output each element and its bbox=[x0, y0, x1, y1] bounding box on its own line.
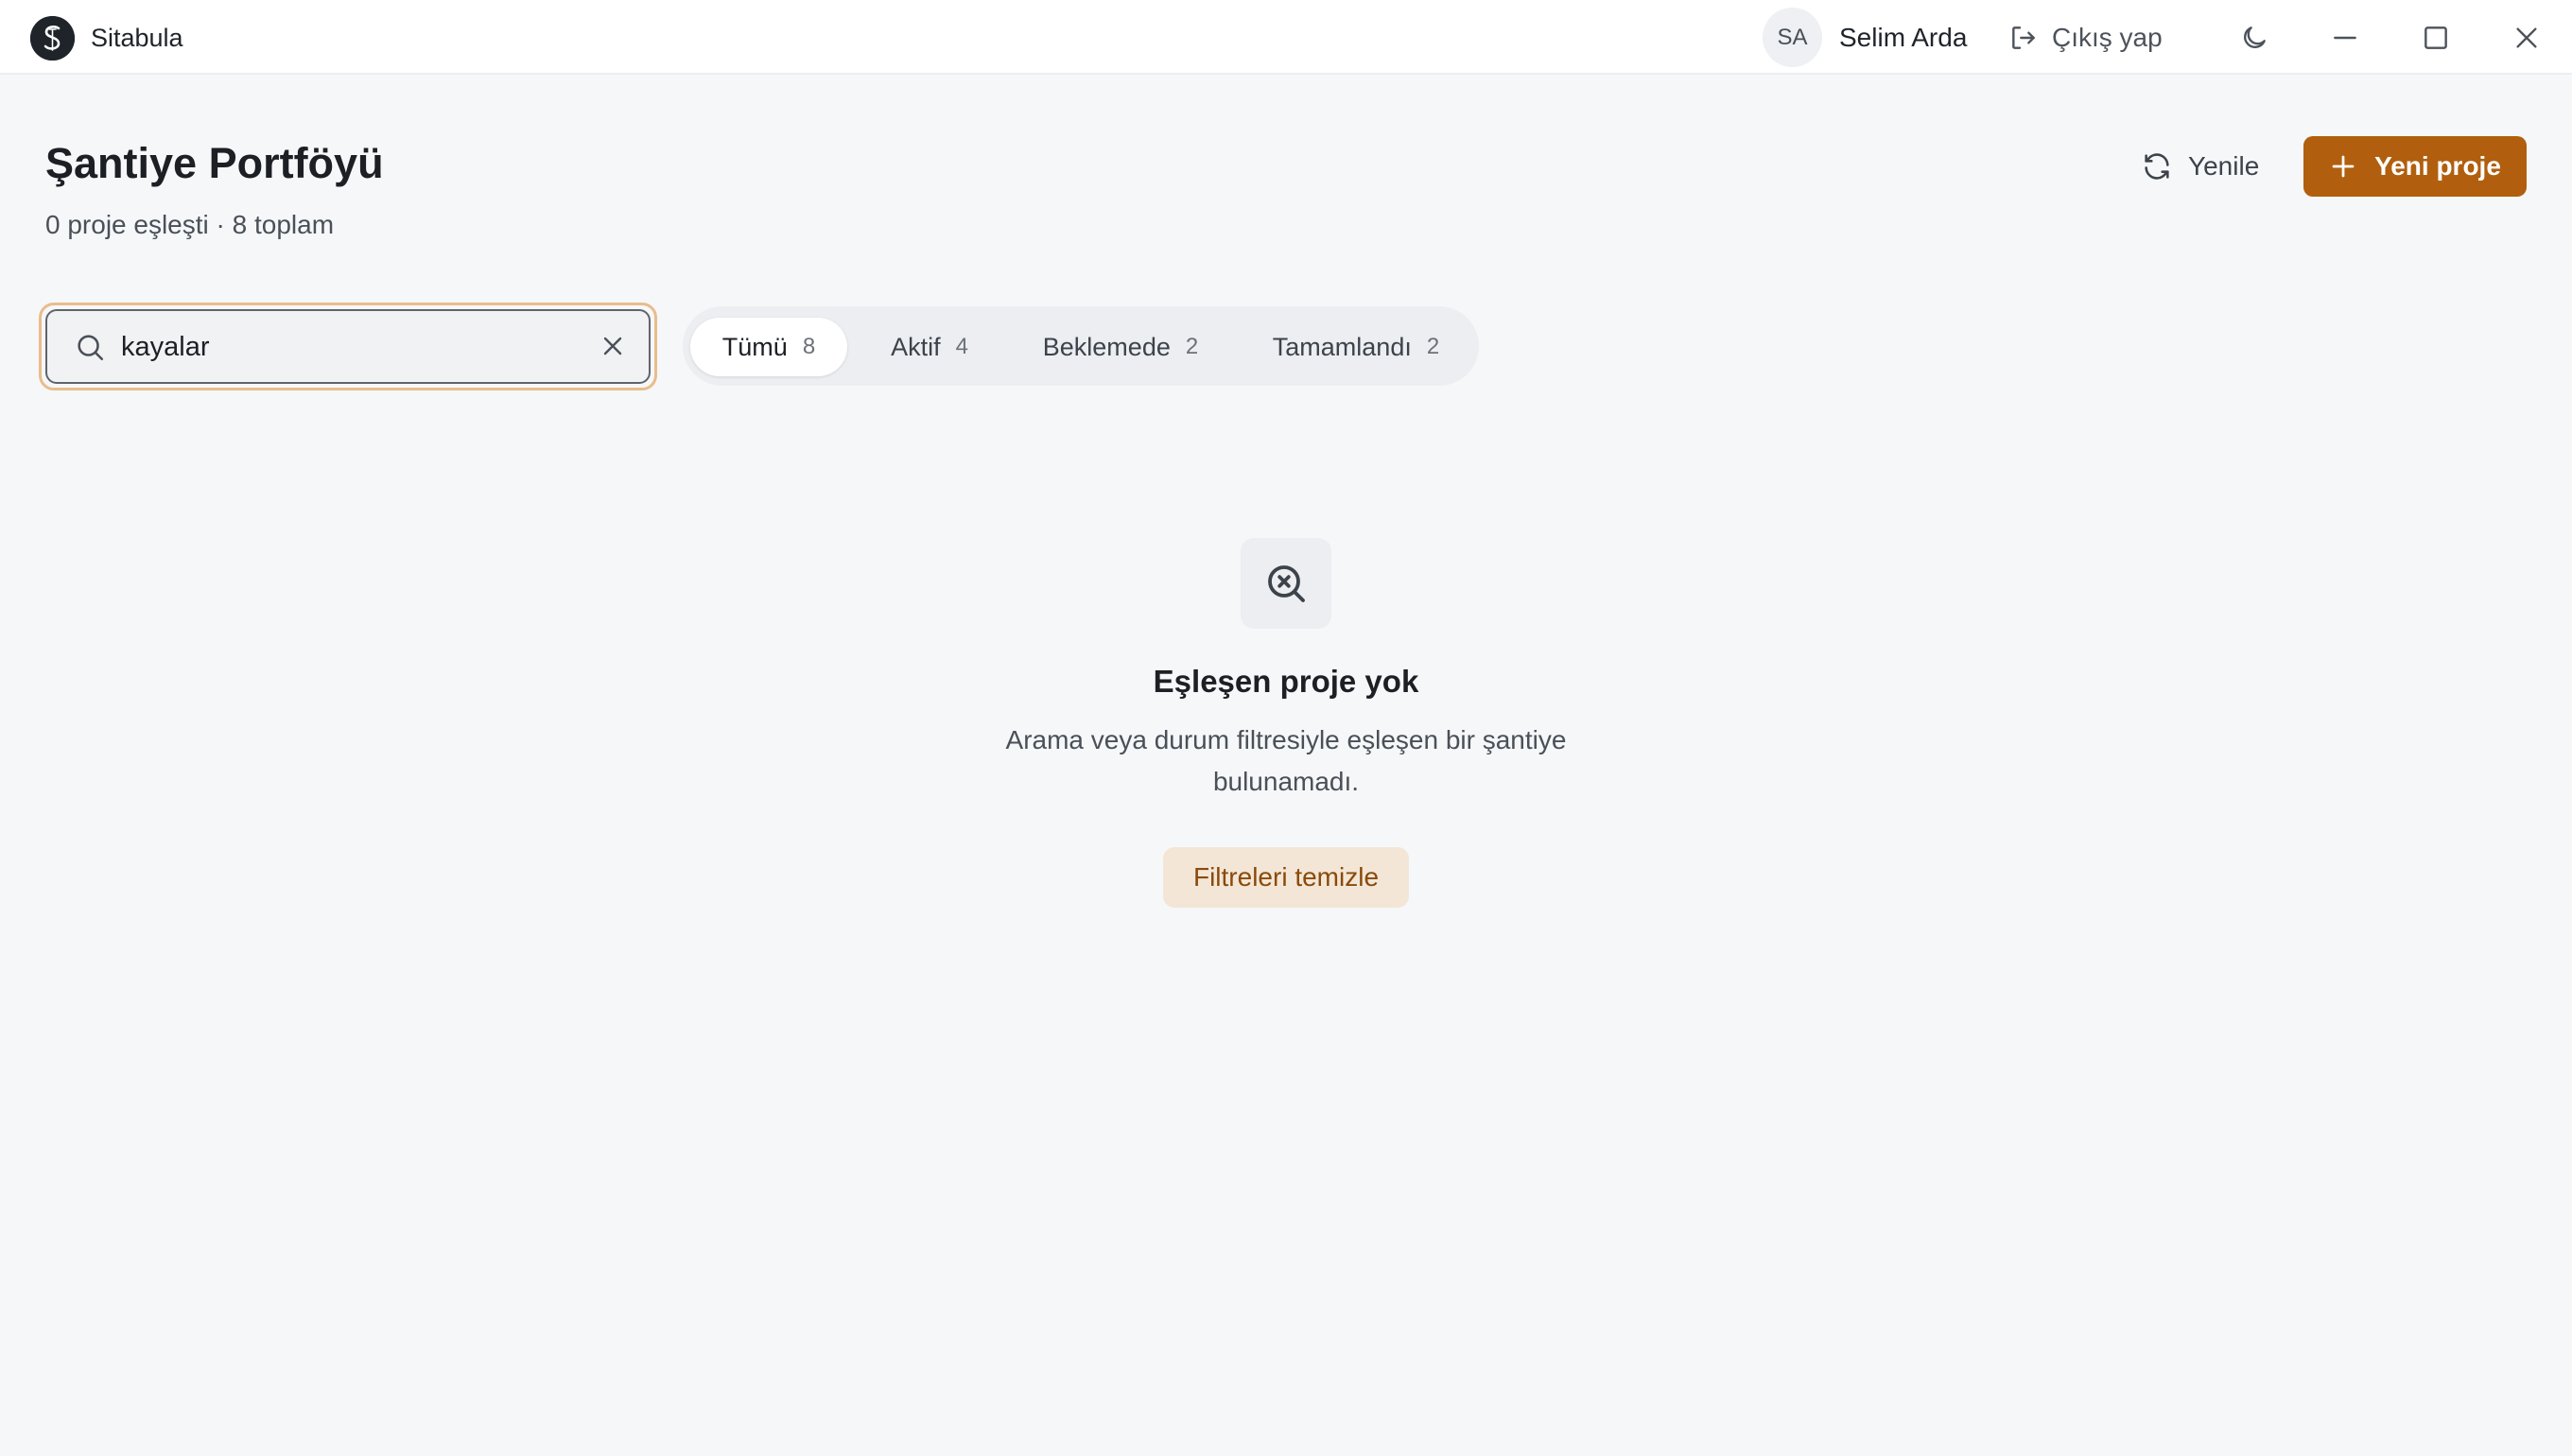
moon-icon bbox=[2244, 26, 2266, 48]
tab-all[interactable]: Tümü 8 bbox=[690, 318, 847, 376]
title-bar: Sitabula SA Selim Arda Çıkış yap bbox=[0, 0, 2572, 75]
refresh-button[interactable]: Yenile bbox=[2129, 138, 2270, 195]
tab-completed[interactable]: Tamamlandı 2 bbox=[1246, 318, 1466, 376]
sitabula-logo-icon bbox=[30, 16, 75, 61]
logout-icon bbox=[2012, 26, 2035, 49]
clear-search-icon[interactable] bbox=[598, 331, 628, 361]
tab-count: 2 bbox=[1426, 334, 1440, 359]
empty-state-icon-box bbox=[1241, 538, 1331, 629]
theme-toggle-button[interactable] bbox=[2233, 17, 2275, 59]
page-title: Şantiye Portföyü bbox=[45, 139, 384, 187]
search-x-icon bbox=[1268, 565, 1305, 602]
refresh-icon bbox=[2145, 153, 2169, 180]
tab-label: Tümü bbox=[721, 332, 788, 361]
maximize-icon bbox=[2424, 26, 2447, 49]
plus-icon bbox=[2332, 155, 2355, 178]
new-project-label: Yeni proje bbox=[2374, 151, 2501, 181]
project-count-summary: 0 proje eşleşti · 8 toplam bbox=[45, 210, 335, 239]
tab-label: Aktif bbox=[891, 332, 941, 361]
tab-count: 2 bbox=[1185, 334, 1199, 359]
refresh-label: Yenile bbox=[2188, 151, 2260, 181]
tab-active[interactable]: Aktif 4 bbox=[859, 318, 1000, 376]
search-icon bbox=[78, 335, 104, 361]
tab-pending[interactable]: Beklemede 2 bbox=[1016, 318, 1225, 376]
user-name: Selim Arda bbox=[1839, 23, 1968, 52]
logout-label: Çıkış yap bbox=[2052, 23, 2163, 52]
minimize-button[interactable] bbox=[2324, 17, 2366, 59]
logout-button[interactable]: Çıkış yap bbox=[2008, 17, 2163, 59]
tab-label: Beklemede bbox=[1042, 332, 1171, 361]
app-name: Sitabula bbox=[91, 24, 183, 52]
empty-state-description: Arama veya durum filtresiyle eşleşen bir… bbox=[1005, 725, 1567, 796]
avatar[interactable]: SA bbox=[1763, 8, 1822, 67]
search-input[interactable] bbox=[121, 327, 575, 367]
tab-label: Tamamlandı bbox=[1272, 332, 1412, 361]
close-window-button[interactable] bbox=[2506, 17, 2547, 59]
close-icon bbox=[2516, 27, 2537, 48]
maximize-button[interactable] bbox=[2415, 17, 2457, 59]
clear-filters-button[interactable]: Filtreleri temizle bbox=[1163, 847, 1409, 908]
tab-count: 4 bbox=[955, 334, 968, 359]
empty-state-title: Eşleşen proje yok bbox=[1153, 664, 1419, 699]
minimize-icon bbox=[2334, 36, 2356, 40]
new-project-button[interactable]: Yeni proje bbox=[2303, 136, 2527, 197]
tab-count: 8 bbox=[802, 334, 816, 359]
